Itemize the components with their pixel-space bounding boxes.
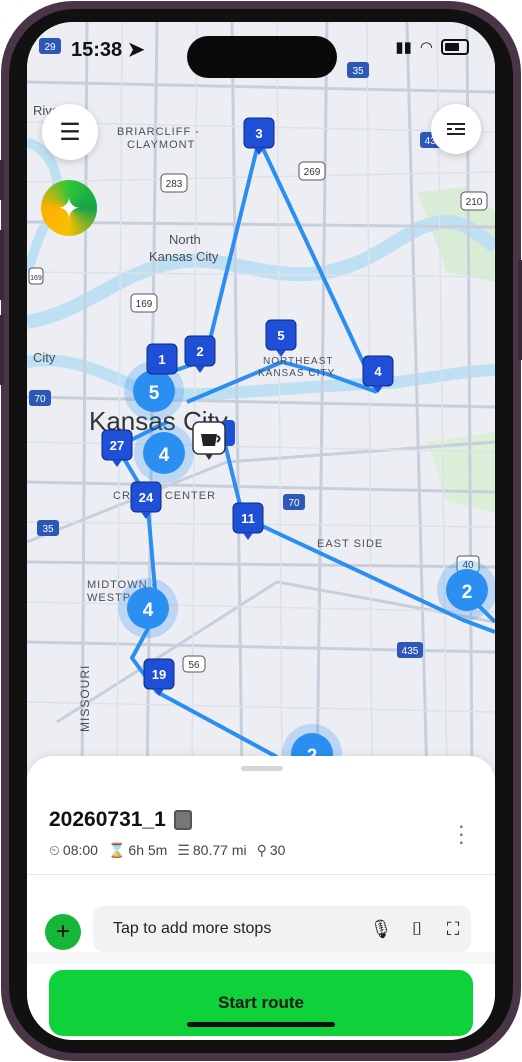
highway-shield: 269 [298,161,326,181]
svg-text:210: 210 [466,197,483,208]
hamburger-icon: ☰ [59,118,81,146]
route-name: 20260731_1 [49,808,166,831]
svg-text:56: 56 [188,660,200,671]
svg-text:1: 1 [158,352,165,367]
home-indicator [187,1022,335,1027]
kebab-icon: · · · [457,813,465,854]
highway-shield: 435 [397,642,423,658]
svg-text:169: 169 [136,299,153,310]
highway-shield: 29 [39,38,61,54]
highway-shield: 35 [37,520,59,536]
distance-icon: ☰ [177,842,190,858]
map-label: City [33,350,56,365]
sheet-handle[interactable] [241,766,283,771]
location-arrow-icon: ➤ [127,39,145,61]
screen: BRIARCLIFF - CLAYMONT North Kansas City … [27,22,495,1040]
separator-band [27,952,495,964]
svg-text:169: 169 [30,275,42,282]
svg-text:5: 5 [149,383,160,404]
status-icons: ▮▮ ◠ [395,38,469,56]
map-label: KANSAS CITY [258,368,335,379]
start-time-icon: ⏲ [49,842,60,858]
svg-text:5: 5 [277,328,284,343]
route-start-time: 08:00 [62,842,98,858]
map-label: MISSOURI [78,665,92,732]
battery-icon [441,39,469,55]
map-label: BRIARCLIFF - [117,126,200,138]
map-label: EAST SIDE [317,538,383,550]
dynamic-island [187,36,337,78]
route-list-button[interactable] [431,104,481,154]
menu-button[interactable]: ☰ [42,104,98,160]
route-distance: 80.77 mi [192,842,247,858]
highway-shield: 70 [29,390,51,406]
svg-text:4: 4 [143,600,154,621]
status-time: 15:38 ➤ [71,39,145,61]
svg-text:11: 11 [241,511,255,526]
route-meta: ⏲ 08:00 ⌛ 6h 5m ☰ 80.77 mi ⚲ 30 [49,842,285,859]
stop-cluster[interactable]: 4 [118,578,178,638]
svg-text:2: 2 [196,344,203,359]
map-label: North [169,232,201,247]
break-marker-icon[interactable] [192,421,226,460]
svg-text:27: 27 [110,438,124,453]
svg-text:29: 29 [44,42,56,53]
highway-shield: 56 [182,655,206,673]
signal-icon: ▮▮ [395,39,412,56]
highway-shield: 35 [347,62,369,78]
route-bottom-sheet: 20260731_1 · · · ⏲ 08:00 ⌛ 6h 5m ☰ 80.77 mi ⚲… [27,756,495,1040]
route-title: 20260731_1 [49,808,192,832]
svg-text:2: 2 [462,582,473,603]
route-list-icon [447,123,465,135]
svg-text:435: 435 [402,646,419,657]
map-label: Kansas City [149,249,219,264]
divider [27,874,495,875]
more-options-button[interactable]: · · · [458,815,465,853]
stops-icon: ⚲ [256,842,267,858]
route-stops-count: 30 [269,842,286,858]
map-label: CROWN CENTER [113,490,216,502]
svg-text:24: 24 [139,490,154,505]
microphone-icon[interactable]: 🎙 [363,919,399,940]
highway-shield: 283 [160,173,188,193]
wifi-icon: ◠ [419,39,433,56]
svg-text:269: 269 [304,167,321,178]
highway-shield: 210 [460,191,488,211]
svg-text:35: 35 [42,524,54,535]
stop-cluster[interactable]: 2 [437,560,495,620]
highway-shield: 169 [130,293,158,313]
add-stops-field[interactable]: Tap to add more stops 🎙 ⌷ ⛶ [93,906,471,952]
svg-text:35: 35 [352,66,364,77]
svg-text:4: 4 [159,445,170,466]
map-pin-icon[interactable]: ⛶ [435,919,471,940]
svg-text:283: 283 [166,179,183,190]
svg-text:70: 70 [34,394,46,405]
svg-text:70: 70 [288,498,300,509]
hourglass-icon: ⌛ [107,842,126,858]
svg-text:19: 19 [152,667,166,682]
stop-cluster[interactable]: 4 [134,423,194,483]
add-stop-button[interactable]: + [45,914,81,950]
map-label: NORTHEAST [263,356,334,367]
map-label: CLAYMONT [127,139,195,151]
svg-text:4: 4 [374,364,382,379]
add-stops-placeholder: Tap to add more stops [113,920,272,937]
copy-icon[interactable] [173,810,192,830]
stop-pin[interactable]: 1 [146,343,178,375]
plus-icon: + [55,918,70,945]
highway-shield: 70 [283,494,305,510]
route-duration: 6h 5m [128,842,168,858]
scan-icon[interactable]: ⌷ [399,919,435,940]
sparkle-icon: ✦ [57,192,81,224]
svg-text:3: 3 [255,126,262,141]
highway-shield: 169 [28,267,44,285]
ai-assistant-button[interactable]: ✦ [41,180,97,236]
